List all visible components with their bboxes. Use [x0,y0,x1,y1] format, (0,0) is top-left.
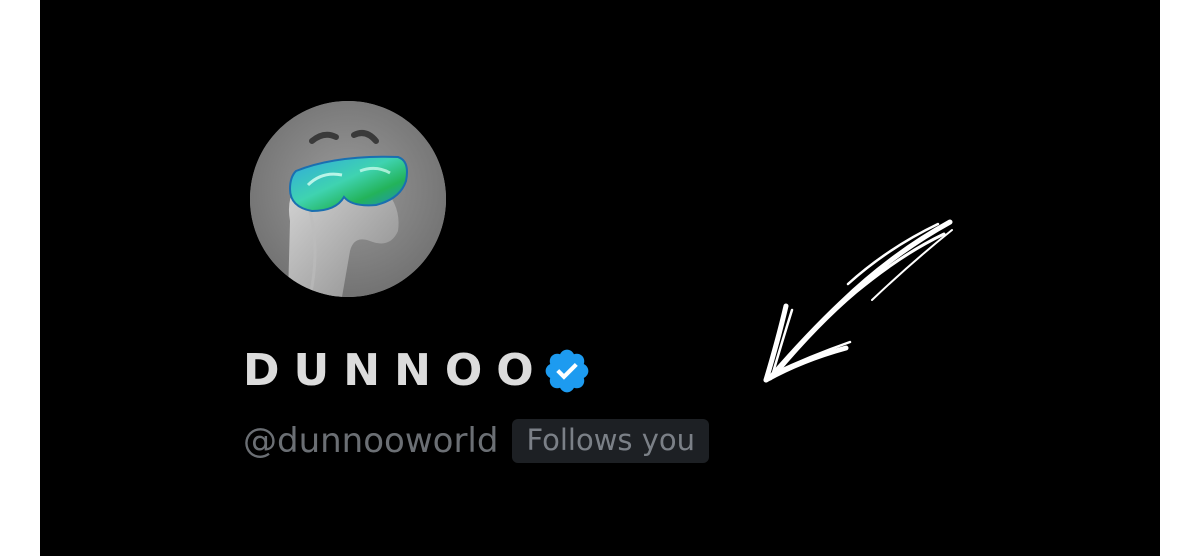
username-handle[interactable]: @dunnooworld [243,424,498,458]
handle-row: @dunnooworld Follows you [243,416,710,466]
hand-drawn-arrow-icon [763,219,953,383]
verified-badge-icon[interactable] [542,346,592,396]
profile-avatar[interactable] [250,101,446,297]
follows-you-badge: Follows you [512,418,710,464]
display-name-row: Dunnoo [243,340,592,402]
profile-screenshot: Dunnoo @dunnooworld Follows you [40,0,1160,556]
avatar-image [250,101,446,297]
display-name: Dunnoo [243,345,548,396]
